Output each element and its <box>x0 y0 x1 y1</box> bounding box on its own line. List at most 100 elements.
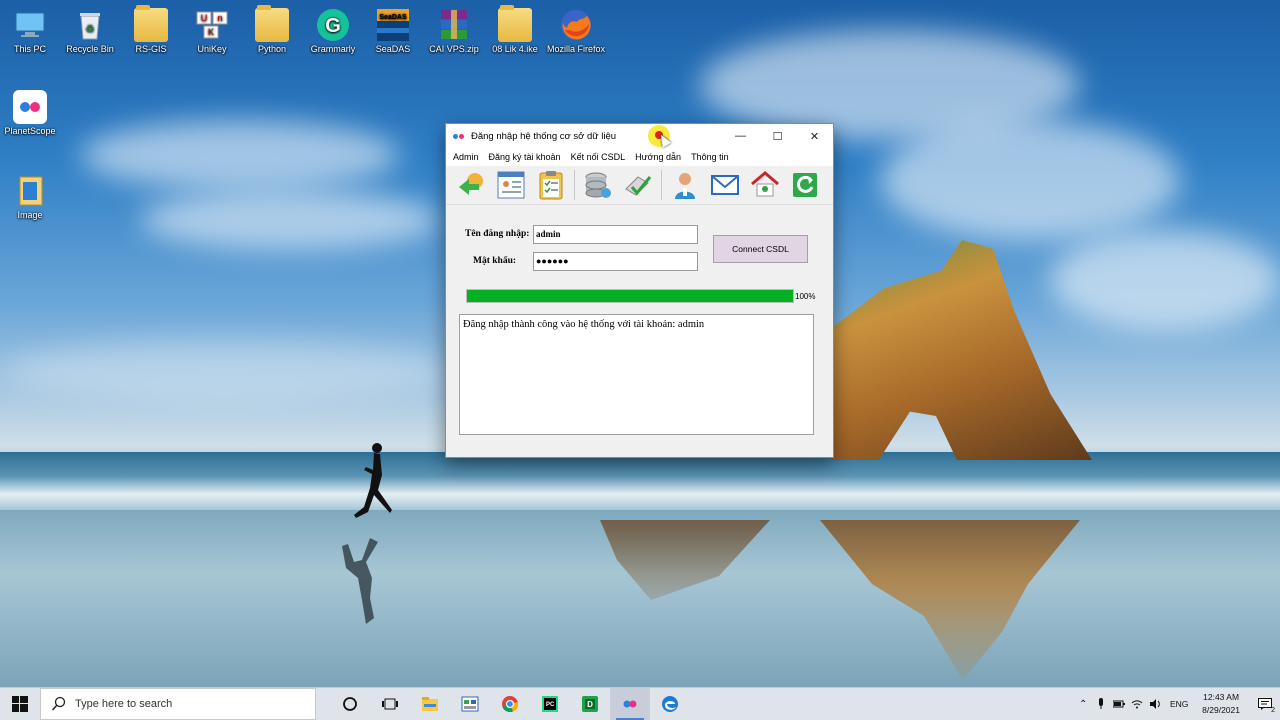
connect-db-button[interactable]: Connect CSDL <box>713 235 808 263</box>
password-label: Mật khẩu: <box>473 256 517 266</box>
toolbar-exit-button[interactable] <box>788 168 822 202</box>
taskbar-edge[interactable] <box>650 688 690 720</box>
user-icon <box>675 173 695 199</box>
firefox-icon <box>559 8 593 42</box>
menu-bar: Admin Đăng ký tài khoản Kết nối CSDL Hướ… <box>446 148 833 166</box>
recycle-bin-icon: ♻ <box>73 8 107 42</box>
desktop-icon-image[interactable]: Image <box>0 174 60 221</box>
username-label: Tên đăng nhập: <box>465 229 530 239</box>
user-form-icon <box>497 171 525 199</box>
taskbar-search-box[interactable]: Type here to search <box>40 688 316 720</box>
svg-text:n: n <box>217 13 222 23</box>
toolbar-separator <box>661 170 662 200</box>
desktop-icon-this-pc[interactable]: This PC <box>0 8 60 55</box>
maximize-button[interactable]: ☐ <box>759 124 796 148</box>
volume-icon[interactable] <box>1146 688 1164 720</box>
cloud <box>140 190 440 250</box>
seadas-icon: SeaDAS <box>376 8 410 42</box>
toolbar-user-form-button[interactable] <box>494 168 528 202</box>
toolbar-home-button[interactable] <box>748 168 782 202</box>
taskbar-file-explorer[interactable] <box>410 688 450 720</box>
window-titlebar[interactable]: Đăng nhập hệ thống cơ sở dữ liệu — ☐ ✕ <box>446 124 833 148</box>
cloud <box>880 120 1180 240</box>
toolbar-mail-button[interactable] <box>708 168 742 202</box>
app-icon <box>453 129 467 143</box>
menu-connect-db[interactable]: Kết nối CSDL <box>566 152 631 162</box>
taskbar: Type here to search PC D ⌃ ENG 12:43 AM … <box>0 687 1280 720</box>
mail-icon <box>711 175 739 195</box>
desktop-icon-label: Mozilla Firefox <box>546 44 605 54</box>
svg-text:U: U <box>201 13 208 23</box>
battery-icon[interactable] <box>1110 688 1128 720</box>
progress-bar <box>466 289 794 303</box>
unikey-icon: UnK <box>195 8 229 42</box>
cloud <box>1050 230 1280 330</box>
language-indicator[interactable]: ENG <box>1164 688 1194 720</box>
menu-register-account[interactable]: Đăng ký tài khoản <box>484 152 566 162</box>
toolbar-database-button[interactable] <box>581 168 615 202</box>
notification-icon <box>1258 698 1272 710</box>
desktop-icon-planetscope[interactable]: PlanetScope <box>0 90 60 137</box>
windows-logo-icon <box>12 696 28 712</box>
toolbar-separator <box>574 170 575 200</box>
runner-reflection <box>342 538 378 624</box>
desktop-icon-firefox[interactable]: Mozilla Firefox <box>546 8 606 55</box>
desktop-icon-08-lik[interactable]: 08 Lik 4.ike <box>485 5 545 55</box>
desktop-icon-grammarly[interactable]: G Grammarly <box>303 8 363 55</box>
login-form: Tên đăng nhập: admin Mật khẩu: ●●●●●● Co… <box>446 205 833 455</box>
desktop-icon-rs-gis[interactable]: RS-GIS <box>121 5 181 55</box>
taskbar-planetscope[interactable] <box>610 688 650 720</box>
minimize-button[interactable]: — <box>722 124 759 148</box>
username-input[interactable]: admin <box>533 225 698 244</box>
desktop-icon-python[interactable]: Python <box>242 5 302 55</box>
desktop-icon-recycle-bin[interactable]: ♻ Recycle Bin <box>60 8 120 55</box>
start-button[interactable] <box>0 688 40 720</box>
password-input[interactable]: ●●●●●● <box>533 252 698 271</box>
system-tray: ⌃ ENG 12:43 AM 8/29/2021 2 <box>1074 688 1280 720</box>
file-explorer-icon <box>422 697 438 711</box>
menu-admin[interactable]: Admin <box>448 152 484 162</box>
folder-icon <box>13 174 47 208</box>
task-view-button[interactable] <box>370 688 410 720</box>
notification-count: 2 <box>1271 707 1275 714</box>
window-title: Đăng nhập hệ thống cơ sở dữ liệu <box>471 130 617 142</box>
cloud <box>0 340 450 400</box>
desktop-icon-seadas[interactable]: SeaDAS SeaDAS <box>363 8 423 55</box>
microphone-icon[interactable] <box>1092 688 1110 720</box>
desktop-icon-label: SeaDAS <box>375 44 411 54</box>
taskbar-clock[interactable]: 12:43 AM 8/29/2021 <box>1202 691 1240 717</box>
desktop-icon-label: This PC <box>13 44 46 54</box>
green-app-icon: D <box>582 696 598 712</box>
toolbar-connect-button[interactable] <box>454 168 488 202</box>
taskbar-pycharm[interactable]: PC <box>530 688 570 720</box>
desktop-icon-unikey[interactable]: UnK UniKey <box>182 8 242 55</box>
database-icon <box>585 172 611 198</box>
close-button[interactable]: ✕ <box>796 124 833 148</box>
toolbar-clipboard-button[interactable] <box>534 168 568 202</box>
desktop-icon-cai-vps[interactable]: CAI VPS.zip <box>424 8 484 55</box>
taskbar-green-app[interactable]: D <box>570 688 610 720</box>
show-hidden-icons-icon[interactable]: ⌃ <box>1074 688 1092 720</box>
desktop-icon-label: Grammarly <box>310 44 356 54</box>
clipboard-icon <box>539 171 563 200</box>
menu-help[interactable]: Hướng dẫn <box>630 152 686 162</box>
toolbar <box>446 166 833 205</box>
status-log-textbox[interactable]: Đăng nhập thành công vào hệ thống với tà… <box>459 314 814 435</box>
task-view-icon <box>382 698 398 710</box>
network-icon[interactable] <box>1128 688 1146 720</box>
cortana-button[interactable] <box>330 688 370 720</box>
taskbar-chrome[interactable] <box>490 688 530 720</box>
taskbar-windows-app[interactable] <box>450 688 490 720</box>
search-icon <box>51 696 66 711</box>
runner-silhouette <box>354 443 392 518</box>
toolbar-user-button[interactable] <box>668 168 702 202</box>
svg-text:D: D <box>587 700 593 709</box>
cortana-icon <box>343 697 357 711</box>
notification-center-button[interactable]: 2 <box>1250 688 1280 720</box>
progress-percent: 100% <box>795 292 816 301</box>
toolbar-check-button[interactable] <box>621 168 655 202</box>
desktop-icon-label: 08 Lik 4.ike <box>492 44 538 54</box>
exit-icon <box>793 173 817 197</box>
planetscope-icon <box>623 700 637 708</box>
menu-info[interactable]: Thông tin <box>686 152 734 162</box>
